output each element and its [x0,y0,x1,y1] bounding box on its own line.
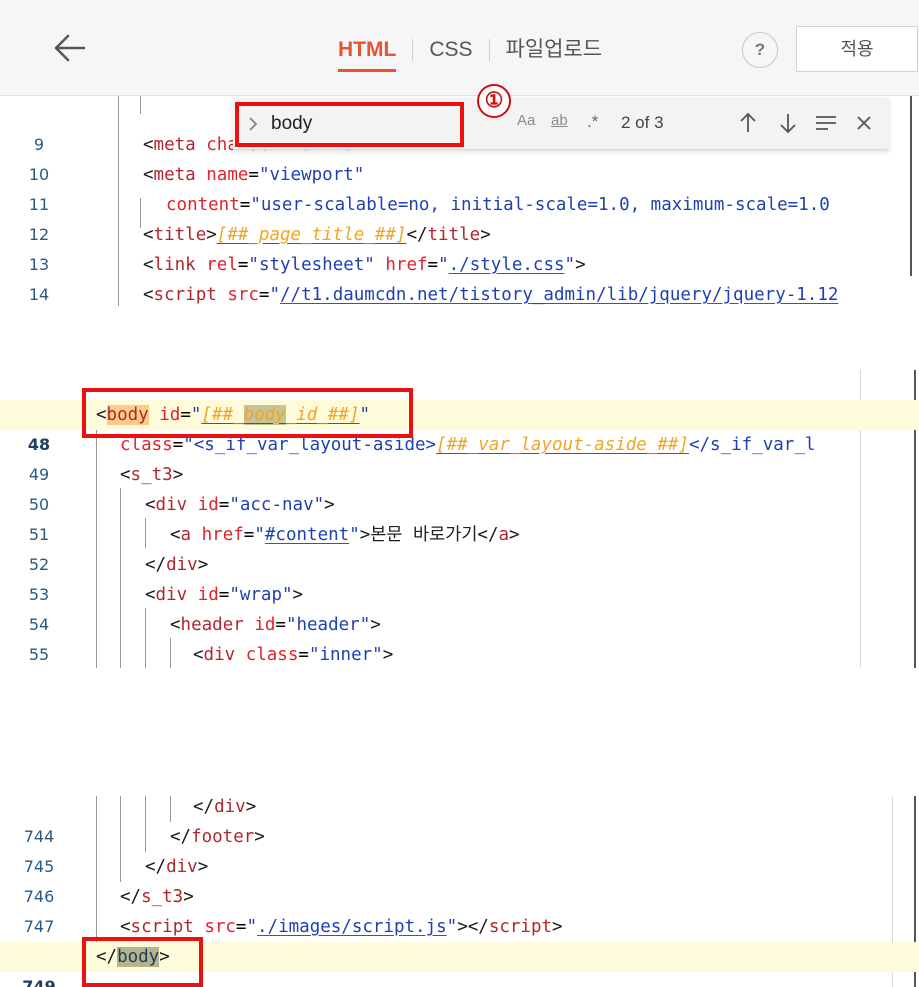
code-line: 15 <script src="//t1.daumcdn.net/tistory… [143,285,839,305]
tab-divider [412,39,414,61]
code-line: 747 </s_t3> [0,882,919,936]
whole-word-toggle[interactable]: ab [551,112,568,129]
tab-divider [488,39,490,61]
code-line: 54 <div id="wrap"> [0,580,919,634]
code-line: 744 </div> [0,796,919,846]
code-line: 52 <a href="#content">본문 바로가기</a> [0,520,919,574]
tab-html[interactable]: HTML [338,34,397,72]
code-line: 51 <div id="acc-nav"> [0,490,919,544]
arrow-up-icon[interactable] [733,108,763,138]
code-line: 746 </div> [0,852,919,906]
code-line: 745 </footer> [0,822,919,876]
editor-header: HTML CSS 파일업로드 ? 적용 [0,0,919,96]
match-case-toggle[interactable]: Aa [517,112,535,129]
editor-tabs: HTML CSS 파일업로드 [338,34,603,72]
tab-file-upload[interactable]: 파일업로드 [506,34,603,66]
code-line: 12 content="user-scalable=no, initial-sc… [0,190,919,244]
apply-button[interactable]: 적용 [796,26,918,72]
regex-toggle[interactable]: .* [587,112,598,132]
code-line: 13 <title>[##_page_title_##]</title> [0,220,919,274]
annotation-marker: ① [477,84,511,118]
match-count: 2 of 3 [621,113,664,132]
help-button[interactable]: ? [742,32,778,68]
highlight-box [82,937,203,987]
selection-icon[interactable] [811,108,841,138]
code-line: 50 <s_t3> [0,460,919,514]
highlight-box [235,102,464,147]
line-number: 749 [22,977,56,987]
close-icon[interactable] [849,108,879,138]
code-line: 11 <meta name="viewport" [0,160,919,214]
highlight-box [82,388,413,438]
tab-css[interactable]: CSS [429,34,472,66]
code-line: 53 </div> [0,550,919,604]
code-line: 55 <header id="header"> [0,610,919,664]
code-line: 14 <link rel="stylesheet" href="./style.… [0,250,919,304]
arrow-down-icon[interactable] [773,108,803,138]
back-arrow-icon[interactable] [48,28,92,68]
code-line: 56 <div class="inner"> [193,645,394,665]
